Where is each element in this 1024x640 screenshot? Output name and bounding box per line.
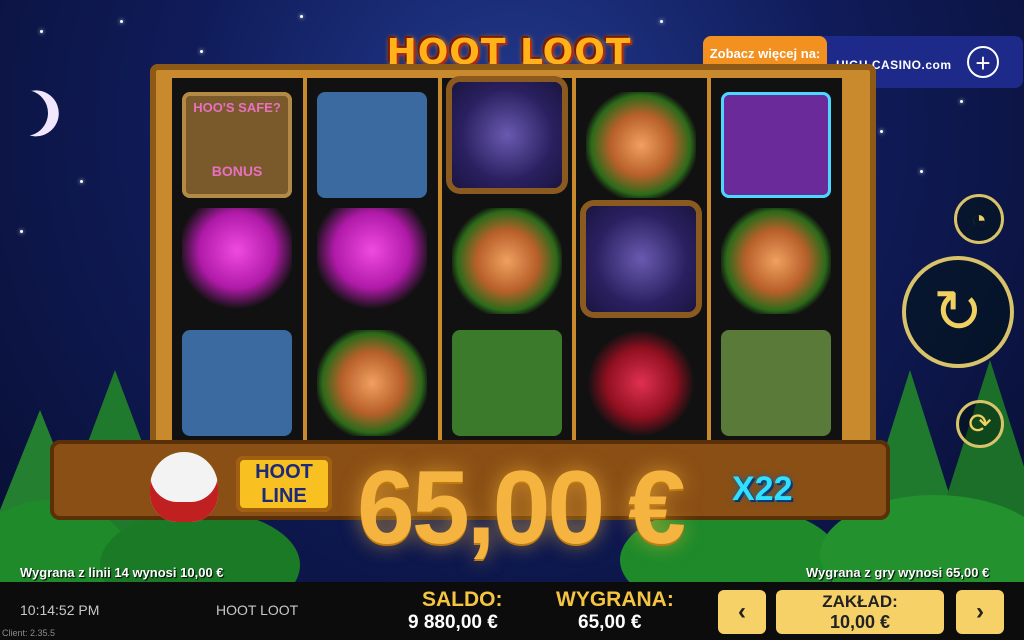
bet-value: 10,00 € <box>829 612 891 632</box>
hedgehog-symbol <box>721 330 832 436</box>
wild-owl-symbol <box>451 82 562 188</box>
reel-4 <box>576 78 712 440</box>
plus-icon[interactable]: + <box>967 46 999 78</box>
star <box>20 230 23 233</box>
star <box>40 30 43 33</box>
game-name: HOOT LOOT <box>216 602 299 618</box>
reel-5 <box>711 78 842 440</box>
reel-2 <box>307 78 442 440</box>
clock: 10:14:52 PM <box>20 602 100 618</box>
moose-symbol <box>316 92 427 198</box>
raspberries-symbol <box>586 330 697 436</box>
moose-symbol <box>182 330 292 436</box>
moon-icon <box>0 84 54 143</box>
client-version: Client: 2.35.5 <box>2 628 56 638</box>
bear-symbol <box>451 330 562 436</box>
safe-bonus-symbol: HOO'S SAFE? BONUS <box>182 92 292 198</box>
line-win-message: Wygrana z linii 14 wynosi 10,00 € <box>20 565 224 580</box>
spin-button[interactable]: ↻ <box>902 256 1014 368</box>
star <box>200 50 203 53</box>
star <box>120 20 123 23</box>
reels: HOO'S SAFE? BONUS <box>172 78 842 440</box>
wygrana-label: WYGRANA: <box>556 588 674 611</box>
saldo-label: SALDO: <box>422 588 503 611</box>
multiplier: X22 <box>732 470 793 508</box>
leaf-symbol <box>451 208 562 314</box>
bet-label: ZAKŁAD: <box>822 592 898 611</box>
game-win-message: Wygrana z gry wynosi 65,00 € <box>806 565 990 580</box>
leaf-symbol <box>721 208 832 314</box>
bet-increase-button[interactable]: › <box>956 590 1004 634</box>
reel-3 <box>442 78 577 440</box>
safe-bonus-label: BONUS <box>211 163 263 179</box>
wild-owl-symbol <box>586 206 697 312</box>
star <box>660 20 663 23</box>
speed-gauge-icon[interactable]: ◔ <box>954 194 1004 244</box>
owl-mascot-icon <box>150 452 218 522</box>
leaf-symbol <box>316 330 427 436</box>
star <box>80 180 83 183</box>
star <box>920 170 923 173</box>
saldo-value: 9 880,00 € <box>408 612 498 633</box>
reel-1: HOO'S SAFE? BONUS <box>172 78 307 440</box>
bet-decrease-button[interactable]: ‹ <box>718 590 766 634</box>
star <box>880 130 883 133</box>
mushrooms-symbol <box>316 208 427 314</box>
eagle-symbol <box>721 92 832 198</box>
bet-display: ZAKŁAD: 10,00 € <box>776 590 944 634</box>
star <box>960 100 963 103</box>
mushrooms-symbol <box>182 208 292 314</box>
star <box>300 15 303 18</box>
leaf-symbol <box>586 92 697 198</box>
autoplay-button[interactable]: ⟳ <box>956 400 1004 448</box>
wygrana-value: 65,00 € <box>578 612 642 633</box>
big-win-amount: 65,00 € <box>357 450 686 566</box>
safe-title: HOO'S SAFE? <box>193 100 281 115</box>
